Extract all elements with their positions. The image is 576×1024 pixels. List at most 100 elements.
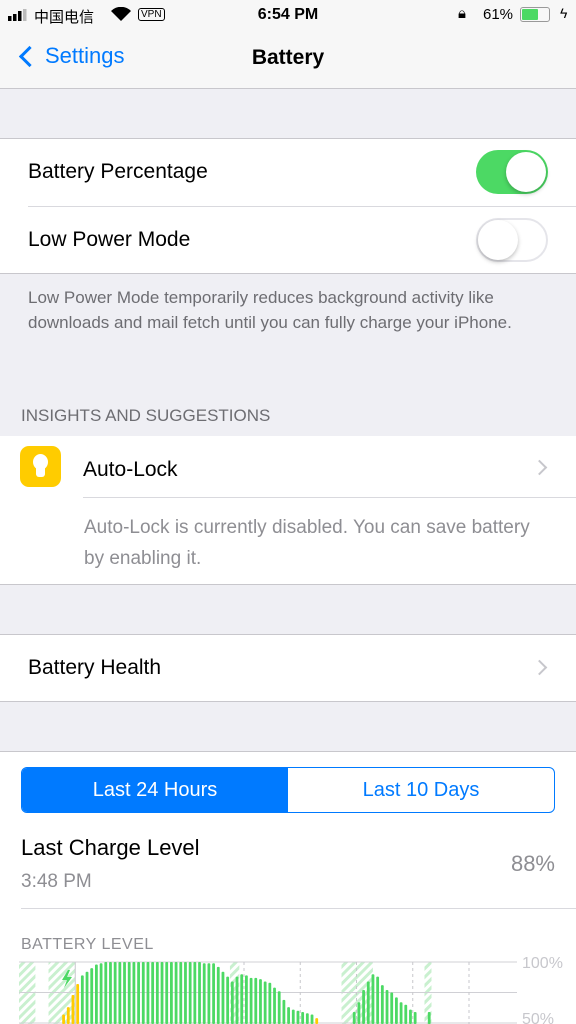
- battery-health-row[interactable]: Battery Health: [0, 634, 576, 702]
- battery-bar: [216, 966, 220, 1024]
- battery-bar: [249, 977, 253, 1024]
- battery-bar: [404, 1004, 408, 1024]
- battery-bar: [207, 963, 211, 1024]
- battery-bar: [160, 962, 164, 1024]
- battery-bar: [221, 971, 225, 1024]
- battery-bar: [254, 977, 258, 1024]
- battery-bar: [62, 1014, 65, 1024]
- battery-bar: [287, 1007, 290, 1024]
- battery-bar: [305, 1013, 309, 1024]
- battery-bar: [165, 962, 169, 1024]
- battery-bar: [90, 968, 94, 1024]
- y-tick-50: 50%: [522, 1011, 554, 1024]
- battery-health-label: Battery Health: [28, 656, 162, 679]
- battery-bar: [151, 962, 155, 1024]
- battery-bar: [235, 976, 239, 1024]
- low-power-mode-toggle[interactable]: [476, 218, 548, 262]
- divider: [21, 908, 576, 909]
- battery-bar: [409, 1009, 412, 1024]
- battery-bar: [198, 962, 201, 1024]
- battery-bar: [66, 1007, 70, 1024]
- battery-bar: [310, 1014, 314, 1024]
- battery-bar: [80, 975, 84, 1024]
- battery-bar: [362, 990, 365, 1024]
- last-charge-value: 88%: [510, 851, 555, 876]
- battery-bar: [277, 991, 281, 1024]
- page-title: Battery: [251, 46, 325, 69]
- battery-icon: [520, 7, 550, 22]
- battery-bar: [366, 981, 370, 1024]
- battery-bar: [273, 987, 276, 1024]
- battery-bar: [352, 1012, 356, 1024]
- low-power-mode-label: Low Power Mode: [28, 228, 191, 251]
- battery-bar: [263, 981, 267, 1024]
- battery-bar: [291, 1009, 295, 1024]
- battery-bar: [85, 971, 89, 1024]
- last-charge-label: Last Charge Level: [21, 835, 200, 860]
- battery-bar: [179, 962, 183, 1024]
- auto-lock-cell[interactable]: Auto-Lock Auto-Lock is currently disable…: [0, 436, 576, 585]
- tab-last-10-days[interactable]: Last 10 Days: [288, 768, 554, 812]
- battery-bar: [380, 985, 384, 1024]
- battery-bar: [76, 983, 80, 1024]
- battery-bar: [226, 976, 230, 1024]
- battery-percentage-label: Battery Percentage: [28, 160, 208, 183]
- lightbulb-icon: [20, 446, 61, 487]
- battery-percentage-toggle[interactable]: [476, 150, 548, 194]
- battery-bar: [296, 1010, 300, 1024]
- battery-bar: [230, 981, 234, 1024]
- auto-lock-description: Auto-Lock is currently disabled. You can…: [84, 517, 530, 569]
- battery-bar: [137, 962, 140, 1024]
- insights-header: INSIGHTS AND SUGGESTIONS: [21, 406, 271, 425]
- battery-bar: [141, 962, 145, 1024]
- battery-bar: [427, 1012, 431, 1024]
- battery-bar: [282, 999, 286, 1024]
- battery-bar: [301, 1012, 305, 1024]
- battery-bar: [95, 964, 98, 1024]
- battery-bar: [357, 1002, 361, 1024]
- battery-bar: [268, 982, 272, 1024]
- settings-group: Battery Percentage Low Power Mode: [0, 138, 576, 274]
- battery-bar: [212, 963, 215, 1024]
- battery-bar: [188, 962, 192, 1024]
- charging-bolt-icon: ϟ: [560, 5, 568, 21]
- divider: [28, 206, 576, 207]
- battery-bar: [245, 975, 248, 1024]
- battery-bar: [371, 974, 375, 1024]
- battery-percent: 61%: [483, 6, 514, 23]
- chevron-right-icon: [531, 459, 548, 476]
- battery-bar: [127, 962, 131, 1024]
- battery-bar: [118, 962, 122, 1024]
- battery-bar: [155, 962, 159, 1024]
- battery-bar: [413, 1012, 417, 1024]
- divider: [83, 497, 576, 498]
- battery-bar: [315, 1018, 319, 1024]
- battery-bar: [123, 962, 126, 1024]
- battery-bar: [240, 974, 244, 1024]
- battery-bar: [170, 962, 173, 1024]
- battery-bar: [99, 963, 103, 1024]
- y-tick-100: 100%: [522, 955, 563, 972]
- low-power-footer: Low Power Mode temporarily reduces backg…: [28, 288, 512, 332]
- battery-bar: [104, 962, 108, 1024]
- navigation-bar: Settings Battery: [0, 30, 576, 89]
- tab-last-24-hours[interactable]: Last 24 Hours: [22, 768, 288, 812]
- battery-bar: [202, 963, 206, 1024]
- last-charge-time: 3:48 PM: [21, 871, 92, 892]
- chevron-right-icon: [531, 659, 548, 676]
- battery-bar: [385, 990, 389, 1024]
- battery-bar: [174, 962, 178, 1024]
- battery-bar: [184, 962, 187, 1024]
- auto-lock-title: Auto-Lock: [83, 458, 178, 481]
- battery-bar: [132, 962, 136, 1024]
- battery-bar: [71, 994, 75, 1024]
- battery-bar: [376, 976, 380, 1024]
- battery-level-chart: 100% 50%: [19, 955, 563, 1024]
- battery-bar: [113, 962, 117, 1024]
- battery-bar: [395, 997, 398, 1024]
- battery-bar: [146, 962, 150, 1024]
- battery-bar: [259, 979, 262, 1024]
- battery-bar: [193, 962, 197, 1024]
- status-bar: 中国电信 VPN 6:54 PM 🔒︎ 61% ϟ: [0, 0, 576, 30]
- time-range-segmented-control: Last 24 Hours Last 10 Days: [21, 767, 555, 813]
